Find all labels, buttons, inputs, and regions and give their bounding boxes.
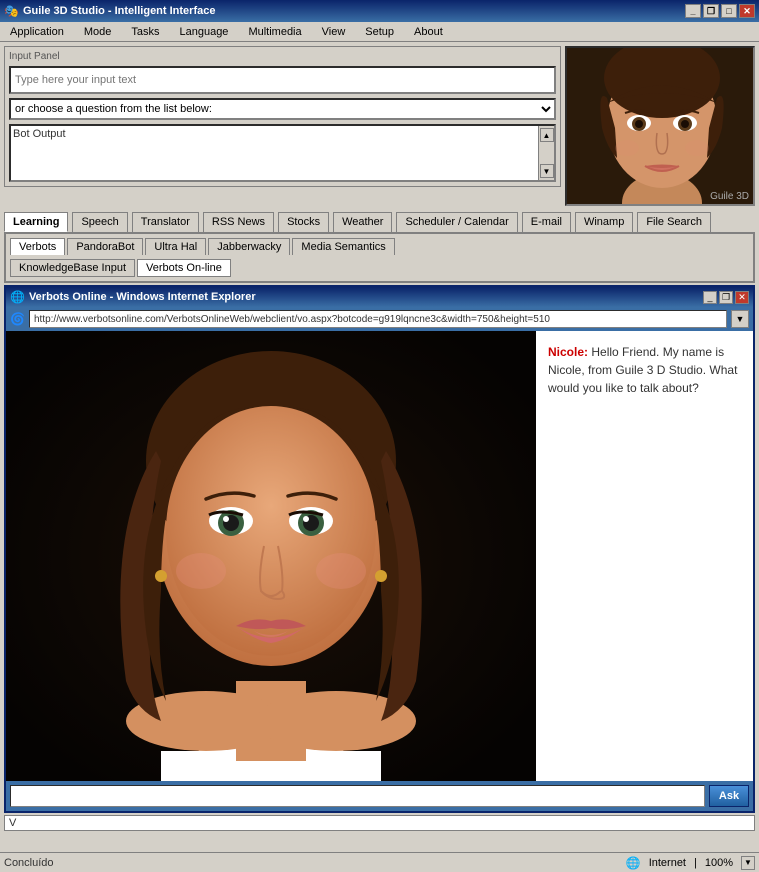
menu-language[interactable]: Language bbox=[173, 24, 234, 40]
title-bar: 🎭 Guile 3D Studio - Intelligent Interfac… bbox=[0, 0, 759, 22]
menu-tasks[interactable]: Tasks bbox=[125, 24, 165, 40]
avatar-thumbnail-svg bbox=[567, 48, 755, 206]
left-panel: Input Panel or choose a question from th… bbox=[4, 46, 561, 206]
menu-multimedia[interactable]: Multimedia bbox=[242, 24, 307, 40]
ie-icon: 🌐 bbox=[10, 290, 25, 304]
scroll-up-arrow[interactable]: ▲ bbox=[540, 128, 554, 142]
address-dropdown-button[interactable]: ▼ bbox=[731, 310, 749, 328]
main-container: Input Panel or choose a question from th… bbox=[0, 42, 759, 210]
avatar-thumbnail-label: Guile 3D bbox=[710, 191, 749, 202]
cursor-indicator: V bbox=[9, 817, 16, 829]
chevron-down-icon: ▼ bbox=[736, 314, 745, 324]
sub-tabs-row1: Verbots PandoraBot Ultra Hal Jabberwacky… bbox=[10, 238, 749, 255]
close-button[interactable]: ✕ bbox=[739, 4, 755, 18]
restore-button[interactable]: ❐ bbox=[703, 4, 719, 18]
menu-about[interactable]: About bbox=[408, 24, 449, 40]
title-bar-title: Guile 3D Studio - Intelligent Interface bbox=[23, 5, 216, 17]
bot-output-label: Bot Output bbox=[13, 128, 66, 140]
browser-input-bar: Ask bbox=[6, 781, 753, 811]
tab-translator[interactable]: Translator bbox=[132, 212, 199, 232]
menu-setup[interactable]: Setup bbox=[359, 24, 400, 40]
main-tabs: Learning Speech Translator RSS News Stoc… bbox=[0, 210, 759, 232]
subtab-mediasemantics[interactable]: Media Semantics bbox=[292, 238, 394, 255]
tab-learning[interactable]: Learning bbox=[4, 212, 68, 232]
zoom-dropdown-button[interactable]: ▼ bbox=[741, 856, 755, 870]
scroll-down-arrow[interactable]: ▼ bbox=[540, 164, 554, 178]
tab-speech[interactable]: Speech bbox=[72, 212, 127, 232]
subtab-pandorabot[interactable]: PandoraBot bbox=[67, 238, 143, 255]
browser-minimize-button[interactable]: _ bbox=[703, 291, 717, 304]
browser-title-bar: 🌐 Verbots Online - Windows Internet Expl… bbox=[6, 287, 753, 307]
zoom-label: 100% bbox=[705, 857, 733, 869]
avatar-thumbnail-panel: Guile 3D bbox=[565, 46, 755, 206]
browser-content: Nicole: Hello Friend. My name is Nicole,… bbox=[6, 331, 753, 781]
maximize-button[interactable]: □ bbox=[721, 4, 737, 18]
subtab2-verbotsonline[interactable]: Verbots On-line bbox=[137, 259, 231, 277]
browser-restore-button[interactable]: ❐ bbox=[719, 291, 733, 304]
app-icon: 🎭 bbox=[4, 4, 19, 18]
tab-email[interactable]: E-mail bbox=[522, 212, 571, 232]
nicole-avatar-svg bbox=[6, 331, 536, 781]
minimize-button[interactable]: _ bbox=[685, 4, 701, 18]
tab-weather[interactable]: Weather bbox=[333, 212, 392, 232]
browser-window: 🌐 Verbots Online - Windows Internet Expl… bbox=[4, 285, 755, 813]
menu-application[interactable]: Application bbox=[4, 24, 70, 40]
title-bar-left: 🎭 Guile 3D Studio - Intelligent Interfac… bbox=[4, 4, 215, 18]
input-panel-title: Input Panel bbox=[9, 51, 556, 62]
nicole-name: Nicole: bbox=[548, 345, 588, 359]
browser-title-left: 🌐 Verbots Online - Windows Internet Expl… bbox=[10, 290, 256, 304]
nicole-chat-text: Nicole: Hello Friend. My name is Nicole,… bbox=[548, 343, 741, 397]
sub-tabs-container: Verbots PandoraBot Ultra Hal Jabberwacky… bbox=[4, 232, 755, 283]
question-select[interactable]: or choose a question from the list below… bbox=[9, 98, 556, 120]
cursor-line: V bbox=[4, 815, 755, 831]
subtab-verbots[interactable]: Verbots bbox=[10, 238, 65, 255]
input-panel: Input Panel or choose a question from th… bbox=[4, 46, 561, 187]
menu-view[interactable]: View bbox=[316, 24, 352, 40]
menu-bar: Application Mode Tasks Language Multimed… bbox=[0, 22, 759, 42]
title-bar-controls: _ ❐ □ ✕ bbox=[685, 4, 755, 18]
subtab-ultrahal[interactable]: Ultra Hal bbox=[145, 238, 206, 255]
tab-winamp[interactable]: Winamp bbox=[575, 212, 633, 232]
separator: | bbox=[694, 857, 697, 869]
avatar-large bbox=[6, 331, 536, 781]
browser-close-button[interactable]: ✕ bbox=[735, 291, 749, 304]
tab-rssnews[interactable]: RSS News bbox=[203, 212, 274, 232]
bot-output-box: Bot Output ▲ ▼ bbox=[9, 124, 556, 182]
sub-tabs-row2: KnowledgeBase Input Verbots On-line bbox=[10, 259, 749, 277]
internet-zone-label: Internet bbox=[649, 857, 686, 869]
text-input[interactable] bbox=[9, 66, 556, 94]
tab-stocks[interactable]: Stocks bbox=[278, 212, 329, 232]
menu-mode[interactable]: Mode bbox=[78, 24, 118, 40]
ask-button[interactable]: Ask bbox=[709, 785, 749, 807]
address-input[interactable] bbox=[29, 310, 727, 328]
subtab-jabberwacky[interactable]: Jabberwacky bbox=[208, 238, 290, 255]
status-bar: Concluído 🌐 Internet | 100% ▼ bbox=[0, 852, 759, 872]
subtab2-knowledgebase[interactable]: KnowledgeBase Input bbox=[10, 259, 135, 277]
status-text: Concluído bbox=[4, 857, 626, 869]
nicole-chat-panel: Nicole: Hello Friend. My name is Nicole,… bbox=[536, 331, 753, 781]
page-icon: 🌀 bbox=[10, 312, 25, 326]
browser-chat-input[interactable] bbox=[10, 785, 705, 807]
zone-icon: 🌐 bbox=[626, 856, 641, 870]
tab-filesearch[interactable]: File Search bbox=[637, 212, 711, 232]
browser-address-bar: 🌀 ▼ bbox=[6, 307, 753, 331]
tab-scheduler[interactable]: Scheduler / Calendar bbox=[396, 212, 517, 232]
question-select-row: or choose a question from the list below… bbox=[9, 98, 556, 120]
browser-window-title: Verbots Online - Windows Internet Explor… bbox=[29, 291, 256, 303]
browser-controls: _ ❐ ✕ bbox=[703, 291, 749, 304]
